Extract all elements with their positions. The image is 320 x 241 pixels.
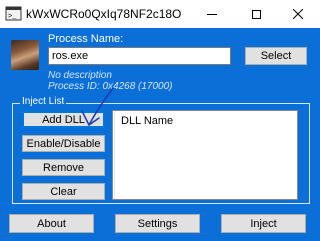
process-avatar bbox=[11, 40, 39, 70]
column-header-dll-name[interactable]: DLL Name bbox=[121, 115, 173, 127]
inject-button[interactable]: Inject bbox=[221, 214, 306, 233]
close-icon bbox=[293, 9, 303, 19]
add-dll-button[interactable]: Add DLL bbox=[22, 111, 105, 128]
process-name-label: Process Name: bbox=[48, 33, 124, 45]
minimize-icon bbox=[207, 13, 217, 15]
select-button[interactable]: Select bbox=[245, 47, 307, 65]
process-id: Process ID: 0x4268 (17000) bbox=[48, 81, 173, 92]
title-bar: >_ kWxWCRo0QxIq78NF2c18O bbox=[0, 0, 320, 28]
enable-disable-button[interactable]: Enable/Disable bbox=[22, 135, 105, 152]
minimize-button[interactable] bbox=[190, 0, 234, 28]
clear-button[interactable]: Clear bbox=[22, 183, 105, 200]
maximize-icon bbox=[251, 9, 261, 19]
column-divider bbox=[114, 111, 115, 199]
about-button[interactable]: About bbox=[9, 214, 94, 233]
process-name-input[interactable] bbox=[48, 47, 231, 65]
dll-list[interactable]: DLL Name bbox=[112, 110, 298, 200]
close-button[interactable] bbox=[276, 0, 320, 28]
injector-window: >_ kWxWCRo0QxIq78NF2c18O Process Name: S… bbox=[0, 0, 320, 241]
settings-button[interactable]: Settings bbox=[115, 214, 200, 233]
remove-button[interactable]: Remove bbox=[22, 159, 105, 176]
svg-text:>_: >_ bbox=[8, 13, 17, 21]
process-description: No description bbox=[48, 70, 112, 81]
maximize-button[interactable] bbox=[234, 0, 278, 28]
window-title: kWxWCRo0QxIq78NF2c18O bbox=[26, 7, 182, 21]
app-icon: >_ bbox=[5, 6, 22, 21]
inject-list-label: Inject List bbox=[20, 96, 67, 107]
